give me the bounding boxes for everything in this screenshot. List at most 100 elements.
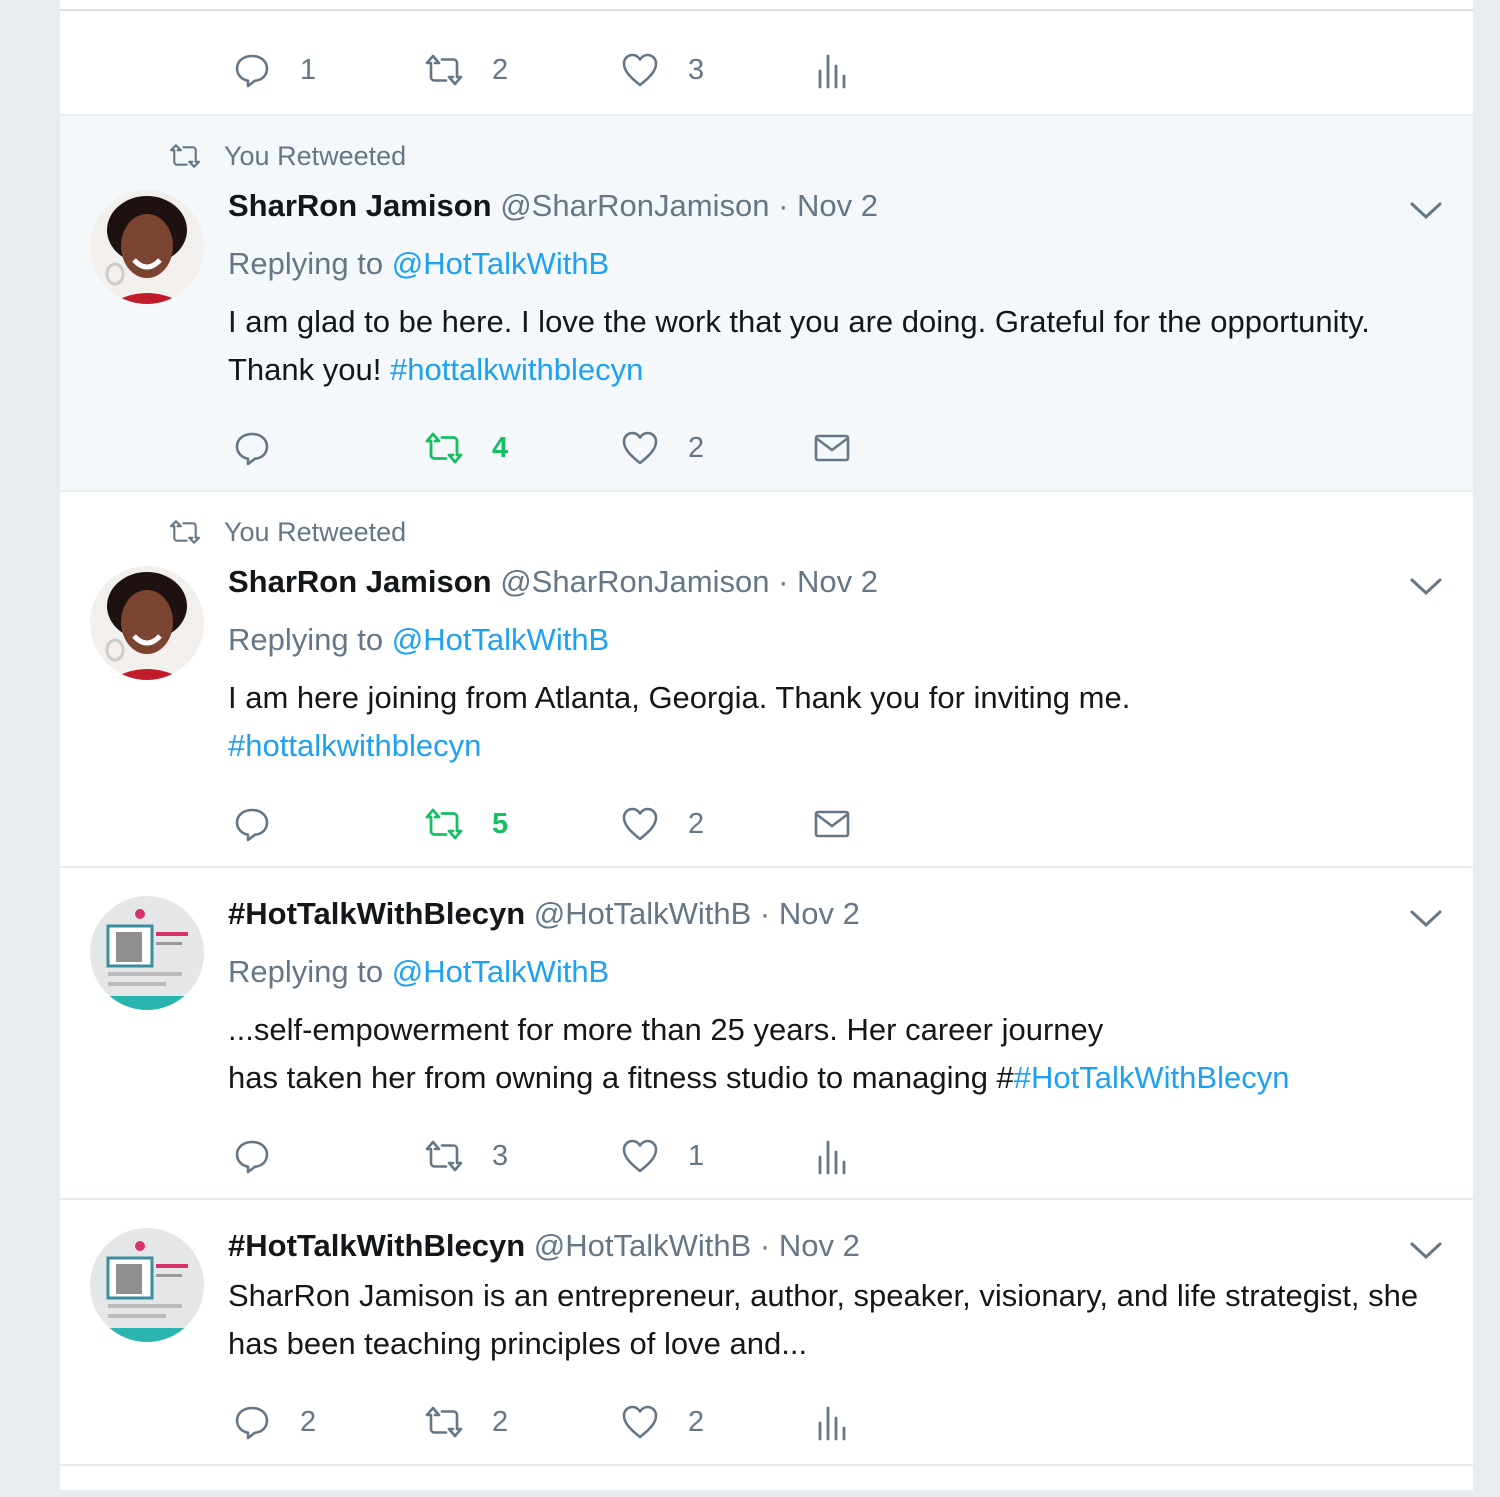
retweet-button[interactable]: 3: [424, 1136, 508, 1176]
avatar-image: [90, 1228, 204, 1342]
reply-button[interactable]: 2: [232, 1402, 316, 1442]
author-handle[interactable]: @SharRonJamison: [500, 188, 769, 223]
tweet-header: #HotTalkWithBlecyn @HotTalkWithB · Nov 2: [228, 1228, 860, 1264]
like-count: 1: [688, 1139, 705, 1172]
hashtag-link[interactable]: #hottalkwithblecyn: [228, 722, 1458, 770]
reply-count: 2: [300, 1405, 317, 1438]
reply-icon: [235, 54, 269, 88]
tweet-body-text: has taken her from owning a fitness stud…: [228, 1060, 1014, 1095]
tweet-text: I am glad to be here. I love the work th…: [228, 298, 1458, 394]
replying-label: Replying to: [228, 954, 384, 989]
hashtag-link[interactable]: #hottalkwithblecyn: [390, 352, 643, 387]
tweet[interactable]: #HotTalkWithBlecyn @HotTalkWithB · Nov 2…: [60, 1200, 1473, 1466]
tweet[interactable]: You Retweeted SharRon Jamison @SharRonJa…: [60, 116, 1473, 492]
chevron-down-icon[interactable]: [1408, 574, 1444, 598]
tweet[interactable]: #HotTalkWithBlecyn @HotTalkWithB · Nov 2…: [60, 868, 1473, 1200]
author-name[interactable]: #HotTalkWithBlecyn: [228, 896, 525, 931]
retweet-icon: [169, 144, 201, 168]
chevron-down-icon[interactable]: [1408, 1238, 1444, 1262]
avatar-image: [90, 896, 204, 1010]
heart-icon: [622, 807, 658, 841]
hashtag-link[interactable]: #HotTalkWithBlecyn: [1014, 1060, 1290, 1095]
tweet-date[interactable]: · Nov 2: [760, 896, 860, 931]
retweet-icon: [425, 54, 463, 86]
replying-to: Replying to @HotTalkWithB: [228, 246, 609, 282]
avatar[interactable]: [90, 1228, 204, 1342]
envelope-icon: [814, 434, 850, 462]
reply-button[interactable]: [232, 428, 272, 468]
tweet-fragment: 1 2 3: [60, 0, 1473, 116]
retweet-count: 5: [492, 807, 509, 840]
tweet-date[interactable]: · Nov 2: [760, 1228, 860, 1263]
like-button[interactable]: 3: [620, 50, 704, 90]
author-name[interactable]: SharRon Jamison: [228, 188, 492, 223]
avatar[interactable]: [90, 190, 204, 304]
retweeted-indicator: You Retweeted: [168, 140, 406, 172]
mention-link[interactable]: @HotTalkWithB: [392, 954, 610, 989]
tweet-header: #HotTalkWithBlecyn @HotTalkWithB · Nov 2: [228, 896, 860, 932]
author-handle[interactable]: @SharRonJamison: [500, 564, 769, 599]
tweet-header: SharRon Jamison @SharRonJamison · Nov 2: [228, 188, 878, 224]
replying-to: Replying to @HotTalkWithB: [228, 622, 609, 658]
reply-button[interactable]: [232, 804, 272, 844]
tweet-date[interactable]: · Nov 2: [778, 188, 878, 223]
like-button[interactable]: 2: [620, 1402, 704, 1442]
avatar-image: [90, 190, 204, 304]
avatar-image: [90, 566, 204, 680]
tweet-date[interactable]: · Nov 2: [778, 564, 878, 599]
retweeted-indicator: You Retweeted: [168, 516, 406, 548]
mention-link[interactable]: @HotTalkWithB: [392, 622, 610, 657]
analytics-icon: [818, 54, 846, 89]
heart-icon: [622, 53, 658, 87]
replying-label: Replying to: [228, 622, 384, 657]
chevron-down-icon[interactable]: [1408, 198, 1444, 222]
retweet-count: 2: [492, 53, 509, 86]
tweet-text: I am here joining from Atlanta, Georgia.…: [228, 674, 1458, 770]
heart-icon: [622, 1139, 658, 1173]
retweet-button[interactable]: 2: [424, 50, 508, 90]
retweet-button[interactable]: 5: [424, 804, 508, 844]
reply-icon: [235, 808, 269, 842]
retweet-icon: [425, 1406, 463, 1438]
author-name[interactable]: SharRon Jamison: [228, 564, 492, 599]
tweet-body: I am here joining from Atlanta, Georgia.…: [228, 680, 1131, 715]
reply-count: 1: [300, 53, 317, 86]
analytics-icon: [818, 1406, 846, 1441]
avatar[interactable]: [90, 896, 204, 1010]
retweet-icon: [425, 1140, 463, 1172]
direct-message-button[interactable]: [812, 804, 852, 844]
like-button[interactable]: 2: [620, 428, 704, 468]
reply-icon: [235, 1406, 269, 1440]
like-button[interactable]: 1: [620, 1136, 704, 1176]
author-handle[interactable]: @HotTalkWithB: [534, 896, 752, 931]
retweeted-label: You Retweeted: [224, 140, 407, 171]
tweet[interactable]: You Retweeted SharRon Jamison @SharRonJa…: [60, 492, 1473, 868]
retweet-button[interactable]: 4: [424, 428, 508, 468]
like-count: 3: [688, 53, 705, 86]
mention-link[interactable]: @HotTalkWithB: [392, 246, 610, 281]
envelope-icon: [814, 810, 850, 838]
heart-icon: [622, 431, 658, 465]
tweet-text: ...self-empowerment for more than 25 yea…: [228, 1006, 1458, 1102]
avatar[interactable]: [90, 566, 204, 680]
analytics-button[interactable]: [812, 50, 852, 90]
like-count: 2: [688, 431, 705, 464]
analytics-button[interactable]: [812, 1402, 852, 1442]
retweet-count: 2: [492, 1405, 509, 1438]
chevron-down-icon[interactable]: [1408, 906, 1444, 930]
retweeted-label: You Retweeted: [224, 516, 407, 547]
replying-to: Replying to @HotTalkWithB: [228, 954, 609, 990]
timeline: 1 2 3 You Retweeted SharRon Jamison @Sha…: [60, 0, 1473, 1497]
like-button[interactable]: 2: [620, 804, 704, 844]
author-name[interactable]: #HotTalkWithBlecyn: [228, 1228, 525, 1263]
analytics-button[interactable]: [812, 1136, 852, 1176]
retweet-button[interactable]: 2: [424, 1402, 508, 1442]
direct-message-button[interactable]: [812, 428, 852, 468]
author-handle[interactable]: @HotTalkWithB: [534, 1228, 752, 1263]
reply-button[interactable]: [232, 1136, 272, 1176]
heart-icon: [622, 1405, 658, 1439]
reply-button[interactable]: 1: [232, 50, 316, 90]
like-count: 2: [688, 1405, 705, 1438]
tweet-body-line: ...self-empowerment for more than 25 yea…: [228, 1012, 1104, 1047]
retweet-count: 4: [492, 431, 509, 464]
